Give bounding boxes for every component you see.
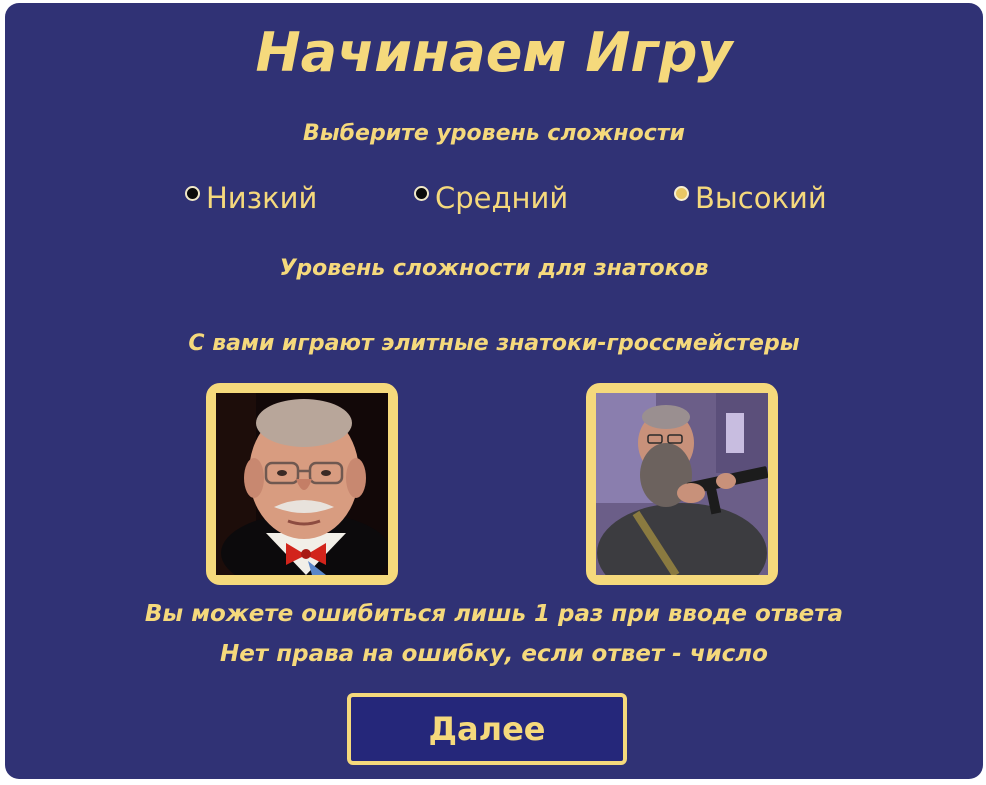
next-button[interactable]: Далее [347,693,627,765]
page-title: Начинаем Игру [255,21,733,84]
player-photo-right [596,393,768,575]
radio-option-low[interactable]: Низкий [185,181,317,215]
difficulty-prompt: Выберите уровень сложности [303,121,685,146]
players-text: С вами играют элитные знатоки-гроссмейст… [188,331,800,356]
radio-label-medium: Средний [435,181,569,215]
radio-button-high[interactable] [674,185,689,201]
radio-option-high[interactable]: Высокий [674,181,827,215]
radio-button-medium[interactable] [414,185,429,201]
game-setup-panel: Начинаем Игру Выберите уровень сложности… [5,3,983,779]
rules-line-1: Вы можете ошибиться лишь 1 раз при вводе… [144,601,844,627]
player-photo-frame-right [586,383,778,585]
radio-label-high: Высокий [695,181,827,215]
difficulty-radio-group: Низкий Средний Высокий [5,181,983,221]
radio-label-low: Низкий [206,181,318,215]
player-portrait-left [216,393,388,575]
player-portrait-right [596,393,768,575]
player-photo-frame-left [206,383,398,585]
difficulty-description: Уровень сложности для знатоков [279,256,709,281]
radio-button-low[interactable] [185,185,200,201]
rules-line-2: Нет права на ошибку, если ответ - число [220,641,768,667]
radio-option-medium[interactable]: Средний [414,181,568,215]
player-photo-left [216,393,388,575]
